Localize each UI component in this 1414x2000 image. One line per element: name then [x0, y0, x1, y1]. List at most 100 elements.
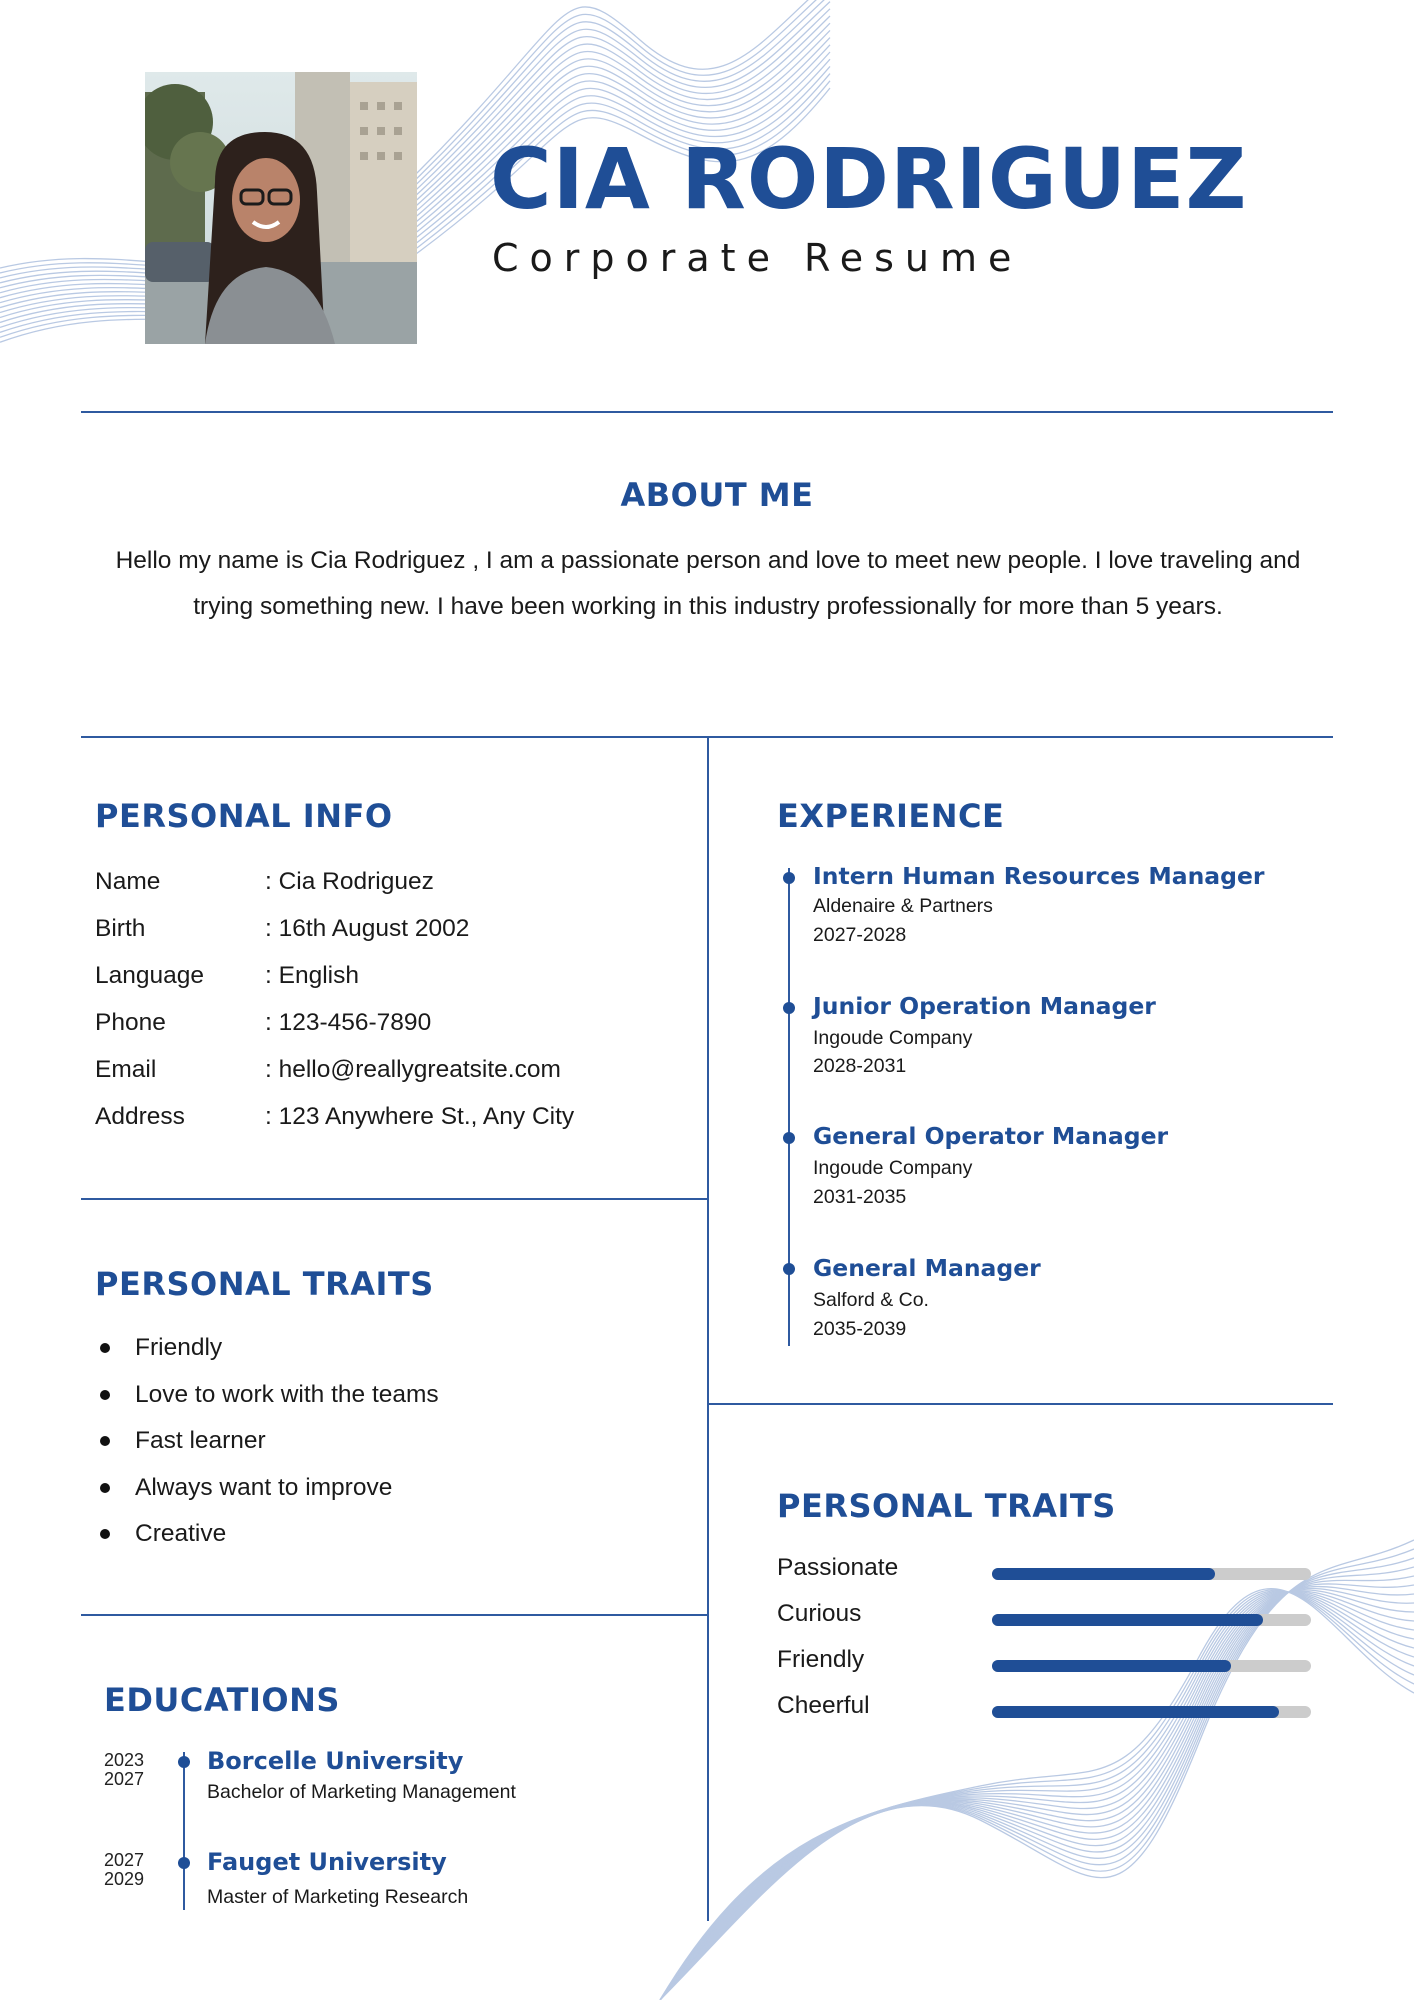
bullet-icon [100, 1482, 110, 1493]
education-end-year: 2027 [104, 1769, 145, 1789]
skill-bar-fill [992, 1660, 1232, 1672]
education-degree: Bachelor of Marketing Management [207, 1781, 516, 1803]
wave-line [659, 1566, 1414, 2000]
skill-bar-track [992, 1614, 1311, 1626]
list-item: Love to work with the teams [100, 1372, 439, 1419]
info-value: : 123 Anywhere St., Any City [265, 1102, 575, 1130]
skill-bar-track [992, 1660, 1311, 1672]
skill-bar-fill [992, 1614, 1264, 1626]
info-value: : English [265, 961, 359, 989]
list-item: Always want to improve [100, 1465, 439, 1512]
personal-info-heading: PERSONAL INFO [95, 797, 393, 835]
timeline-dot-icon [178, 1857, 190, 1869]
trait-text: Fast learner [135, 1427, 266, 1455]
timeline-dot-icon [783, 1002, 795, 1014]
info-value: : hello@reallygreatsite.com [265, 1055, 561, 1083]
info-row-address: Address : 123 Anywhere St., Any City [95, 1093, 695, 1140]
info-row-language: Language : English [95, 952, 695, 999]
about-me-heading: ABOUT ME [620, 476, 814, 514]
info-value: : 123-456-7890 [265, 1008, 432, 1036]
divider-experience [708, 1403, 1333, 1405]
education-start-year: 2023 [104, 1750, 145, 1770]
timeline-dot-icon [178, 1756, 190, 1768]
wave-line [659, 1575, 1414, 2000]
resume-subtitle: Corporate Resume [492, 236, 1023, 280]
timeline-dot-icon [783, 1263, 795, 1275]
list-item: Creative [100, 1511, 439, 1558]
trait-text: Love to work with the teams [135, 1380, 439, 1408]
skill-bar-fill [992, 1568, 1216, 1580]
experience-company: Aldenaire & Partners [813, 895, 993, 917]
trait-text: Friendly [135, 1334, 223, 1362]
timeline-dot-icon [783, 872, 795, 884]
skill-label: Passionate [777, 1554, 899, 1581]
wave-line [659, 1591, 1414, 2000]
personal-info-table: Name : Cia Rodriguez Birth : 16th August… [95, 858, 695, 1140]
trait-text: Always want to improve [135, 1473, 393, 1501]
skill-bar-fill [992, 1706, 1280, 1718]
info-label: Phone [95, 1008, 166, 1036]
education-years: 2023 2027 [104, 1751, 144, 1789]
wave-line [659, 1583, 1414, 2000]
skill-label: Curious [777, 1600, 862, 1627]
experience-heading: EXPERIENCE [777, 797, 1005, 835]
info-label: Birth [95, 914, 146, 942]
info-value: : Cia Rodriguez [265, 867, 434, 895]
list-item: Fast learner [100, 1418, 439, 1465]
wave-line [659, 1591, 1414, 2000]
educations-heading: EDUCATIONS [104, 1681, 340, 1719]
wave-line [659, 1587, 1414, 2000]
skill-label: Friendly [777, 1646, 865, 1673]
education-timeline-line [183, 1752, 185, 1910]
experience-years: 2028-2031 [813, 1055, 907, 1077]
info-label: Email [95, 1055, 157, 1083]
experience-years: 2031-2035 [813, 1186, 907, 1208]
education-school: Fauget University [207, 1848, 447, 1876]
about-me-text: Hello my name is Cia Rodriguez , I am a … [115, 547, 1301, 620]
divider-personal-traits [81, 1614, 708, 1616]
info-row-email: Email : hello@reallygreatsite.com [95, 1046, 695, 1093]
timeline-dot-icon [783, 1132, 795, 1144]
experience-role: Intern Human Resources Manager [813, 862, 1265, 890]
personal-traits-skills-heading: PERSONAL TRAITS [777, 1487, 1116, 1525]
experience-role: Junior Operation Manager [813, 992, 1156, 1020]
education-degree: Master of Marketing Research [207, 1886, 469, 1908]
skill-bar-track [992, 1568, 1311, 1580]
candidate-name: CIA RODRIGUEZ [490, 130, 1248, 228]
divider-vertical [707, 736, 709, 1921]
experience-company: Ingoude Company [813, 1027, 973, 1049]
list-item: Friendly [100, 1325, 439, 1372]
experience-role: General Manager [813, 1254, 1041, 1282]
bullet-icon [100, 1389, 110, 1400]
skill-label: Cheerful [777, 1692, 870, 1719]
experience-years: 2035-2039 [813, 1318, 907, 1340]
education-years: 2027 2029 [104, 1851, 144, 1889]
experience-company: Ingoude Company [813, 1157, 973, 1179]
wave-line [659, 1591, 1414, 2000]
personal-traits-heading: PERSONAL TRAITS [95, 1265, 434, 1303]
education-school: Borcelle University [207, 1747, 464, 1775]
trait-text: Creative [135, 1520, 227, 1548]
info-label: Language [95, 961, 205, 989]
info-row-name: Name : Cia Rodriguez [95, 858, 695, 905]
profile-photo [145, 72, 417, 344]
experience-company: Salford & Co. [813, 1289, 929, 1311]
info-value: : 16th August 2002 [265, 914, 470, 942]
info-label: Name [95, 867, 161, 895]
wave-line [659, 1585, 1414, 2000]
bullet-icon [100, 1436, 110, 1447]
experience-years: 2027-2028 [813, 924, 907, 946]
wave-line [659, 1539, 1414, 2000]
info-row-birth: Birth : 16th August 2002 [95, 905, 695, 952]
bullet-icon [100, 1529, 110, 1540]
info-row-phone: Phone : 123-456-7890 [95, 999, 695, 1046]
divider-personal-info [81, 1198, 708, 1200]
education-start-year: 2027 [104, 1850, 145, 1870]
divider-header [81, 411, 1333, 413]
experience-role: General Operator Manager [813, 1122, 1169, 1150]
personal-traits-list: Friendly Love to work with the teams Fas… [100, 1325, 439, 1558]
wave-line [659, 1591, 1414, 2000]
education-end-year: 2029 [104, 1869, 145, 1889]
bullet-icon [100, 1343, 110, 1354]
skill-bar-track [992, 1706, 1311, 1718]
